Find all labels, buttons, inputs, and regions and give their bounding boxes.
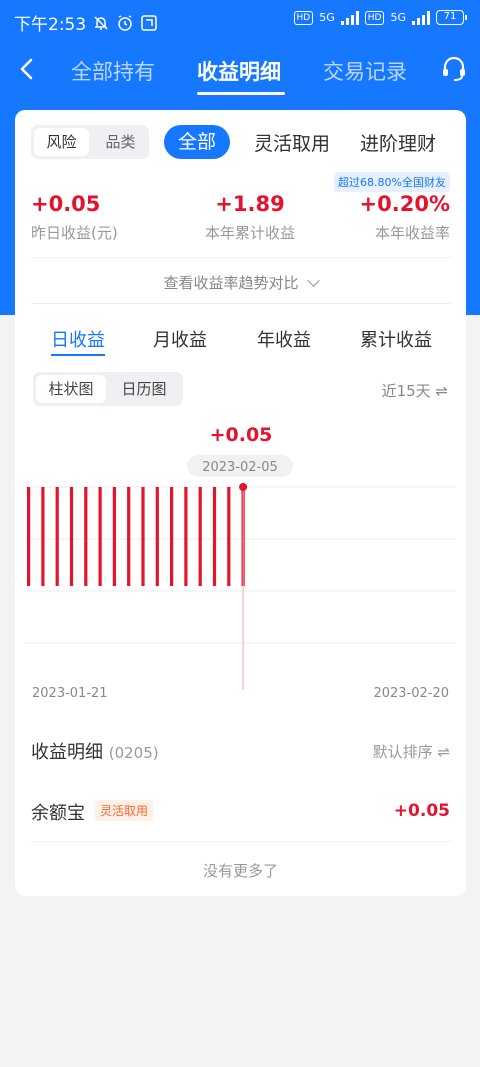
x-axis-end-label: 2023-02-20 — [373, 686, 449, 701]
filter-flex-button[interactable]: 灵活取用 — [254, 129, 330, 156]
customer-service-icon[interactable] — [440, 54, 468, 84]
signal-icon-2 — [412, 10, 430, 25]
chart-bar — [98, 487, 102, 586]
chart-bar — [69, 487, 74, 586]
alarm-icon — [118, 14, 132, 31]
tab-cumulative-earnings[interactable]: 累计收益 — [360, 326, 432, 352]
chart-bar — [184, 487, 188, 586]
chart-bar — [170, 487, 174, 586]
row-product-value: +0.05 — [393, 801, 450, 821]
stat-yesterday: +0.05 昨日收益(元) — [31, 192, 118, 243]
tab-daily-earnings[interactable]: 日收益 — [51, 326, 105, 352]
bar-chart-option[interactable]: 柱状图 — [36, 375, 106, 403]
chart-bar — [112, 487, 116, 586]
stat-year-total-label: 本年累计收益 — [204, 224, 295, 242]
chart-bar — [41, 487, 45, 586]
no-more-text: 没有更多了 — [202, 862, 278, 880]
range-selector[interactable]: 近15天 ⇌ — [382, 380, 448, 401]
chart-bar — [27, 487, 31, 586]
status-right-group: HD 5G HD 5G 71 — [293, 10, 467, 25]
selected-date-label: 2023-02-05 — [202, 460, 278, 475]
chart-bar — [141, 487, 145, 586]
stat-year-rate: +0.20% 本年收益率 — [360, 192, 450, 243]
row-product-name: 余额宝 — [31, 803, 85, 824]
chart-bar — [127, 487, 131, 586]
tab-transactions[interactable]: 交易记录 — [323, 56, 407, 86]
period-tab-indicator — [51, 354, 105, 356]
divider — [31, 303, 451, 304]
active-tab-indicator — [197, 92, 285, 95]
detail-title-label: 收益明细 — [31, 742, 103, 763]
hd-badge: HD — [293, 10, 314, 25]
rank-badge: 超过68.80%全国财友 — [334, 172, 450, 192]
chart-bar — [155, 487, 159, 586]
stat-yesterday-value: +0.05 — [31, 192, 101, 216]
sort-selector[interactable]: 默认排序 ⇌ — [373, 741, 450, 762]
stat-year-total-value: +1.89 — [215, 192, 285, 216]
battery-level: 71 — [443, 11, 457, 22]
filter-advanced-button[interactable]: 进阶理财 — [360, 129, 436, 156]
chart-view-toggle: 柱状图 日历图 — [33, 372, 183, 406]
risk-option[interactable]: 风险 — [34, 128, 89, 156]
signal-icon — [340, 10, 359, 25]
chart-bar — [55, 487, 59, 586]
status-bar: 下午2:53 HD 5G HD 5G 71 — [0, 0, 480, 42]
risk-category-toggle: 风险 品类 — [31, 125, 149, 159]
back-arrow-icon[interactable] — [14, 54, 40, 84]
battery-icon: 71 — [436, 10, 467, 25]
trend-compare-link[interactable]: 查看收益率趋势对比 — [15, 272, 466, 293]
selected-value-label: +0.05 — [210, 424, 273, 446]
status-time: 下午2:53 — [14, 15, 87, 35]
trend-compare-label: 查看收益率趋势对比 — [163, 274, 299, 292]
selected-point — [239, 483, 248, 491]
tab-yearly-earnings[interactable]: 年收益 — [257, 326, 311, 352]
app-notification-icon — [141, 14, 157, 31]
network-type: 5G — [319, 11, 335, 24]
chart-bar — [212, 487, 217, 586]
hd-badge-2: HD — [364, 10, 385, 25]
daily-earnings-chart[interactable]: +0.05 2023-02-05 2023-01-21 2023-02-20 — [15, 415, 466, 715]
stat-year-rate-value: +0.20% — [359, 192, 450, 216]
stat-year-total: +1.89 本年累计收益 — [195, 192, 305, 243]
earnings-card: 风险 品类 全部 灵活取用 进阶理财 超过68.80%全国财友 +0.05 昨日… — [15, 110, 466, 896]
tab-holdings[interactable]: 全部持有 — [71, 56, 155, 86]
top-nav: 全部持有 收益明细 交易记录 — [0, 44, 480, 98]
x-axis-start-label: 2023-01-21 — [32, 686, 108, 701]
stat-yesterday-label: 昨日收益(元) — [31, 224, 118, 242]
detail-code: (0205) — [108, 744, 159, 762]
chart-bar — [227, 487, 231, 586]
network-type-2: 5G — [390, 11, 406, 24]
divider — [31, 841, 451, 842]
category-option[interactable]: 品类 — [93, 128, 148, 156]
chart-bar — [198, 487, 202, 586]
mute-bell-icon — [94, 15, 108, 30]
chart-bar — [84, 487, 88, 586]
status-time-group: 下午2:53 — [14, 10, 158, 35]
chevron-down-icon — [306, 274, 320, 287]
tab-earnings-detail[interactable]: 收益明细 — [197, 56, 281, 86]
tab-monthly-earnings[interactable]: 月收益 — [153, 326, 207, 352]
stat-year-rate-label: 本年收益率 — [374, 224, 450, 242]
divider — [31, 257, 451, 258]
filter-all-button[interactable]: 全部 — [164, 125, 230, 159]
detail-title: 收益明细 (0205) — [31, 738, 159, 764]
row-product-tag: 灵活取用 — [95, 800, 154, 821]
calendar-option[interactable]: 日历图 — [109, 375, 179, 403]
